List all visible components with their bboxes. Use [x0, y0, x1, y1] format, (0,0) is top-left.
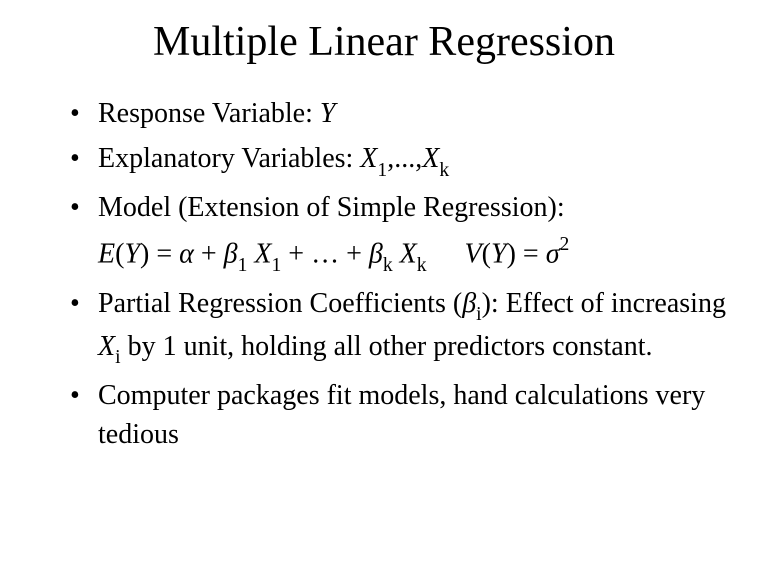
text: ): Effect of increasing	[482, 288, 726, 319]
bullet-partial-coefficients: Partial Regression Coefficients (βi): Ef…	[70, 284, 728, 370]
sub-1: 1	[377, 160, 387, 181]
sigma: σ	[546, 239, 560, 270]
alpha: α	[179, 239, 194, 270]
sub-k: k	[383, 255, 393, 276]
slide-content: Response Variable: Y Explanatory Variabl…	[30, 94, 738, 454]
eq-E: E	[98, 239, 115, 270]
sub-k: k	[439, 160, 449, 181]
bullet-list-2: Partial Regression Coefficients (βi): Ef…	[70, 284, 728, 454]
bullet-model: Model (Extension of Simple Regression):	[70, 188, 728, 227]
eq-Y: Y	[124, 239, 140, 270]
text: ) =	[507, 239, 546, 270]
eq-VY: Y	[491, 239, 507, 270]
sub-1: 1	[272, 255, 282, 276]
x-i: X	[98, 331, 115, 362]
text: Response Variable:	[98, 98, 320, 129]
sup-2: 2	[560, 234, 570, 255]
sub-i: i	[476, 304, 481, 325]
slide-title: Multiple Linear Regression	[30, 18, 738, 66]
text: Partial Regression Coefficients (	[98, 288, 462, 319]
space	[393, 239, 400, 270]
beta1: β	[224, 239, 238, 270]
beta-i: β	[462, 288, 476, 319]
var-y: Y	[320, 98, 336, 129]
eq-V: V	[465, 239, 482, 270]
xk: X	[400, 239, 417, 270]
var-xk: X	[422, 143, 439, 174]
text: ) =	[140, 239, 179, 270]
text: Explanatory Variables:	[98, 143, 360, 174]
bullet-list: Response Variable: Y Explanatory Variabl…	[70, 94, 728, 227]
paren: (	[482, 239, 491, 270]
text: Model (Extension of Simple Regression):	[98, 192, 565, 223]
text: by 1 unit, holding all other predictors …	[121, 331, 653, 362]
bullet-computer-packages: Computer packages fit models, hand calcu…	[70, 376, 728, 454]
var-x1: X	[360, 143, 377, 174]
text: ,...,	[387, 143, 422, 174]
plus-ellipsis: + … +	[281, 239, 369, 270]
plus: +	[194, 239, 224, 270]
text: Computer packages fit models, hand calcu…	[98, 380, 705, 450]
bullet-response-variable: Response Variable: Y	[70, 94, 728, 133]
equation-line: E(Y) = α + β1 X1 + … + βk XkV(Y) = σ2	[70, 233, 728, 277]
sub-i: i	[115, 347, 120, 368]
bullet-explanatory-variables: Explanatory Variables: X1,...,Xk	[70, 139, 728, 182]
sub-1: 1	[238, 255, 248, 276]
betak: β	[369, 239, 383, 270]
x1: X	[254, 239, 271, 270]
sub-k: k	[417, 255, 427, 276]
